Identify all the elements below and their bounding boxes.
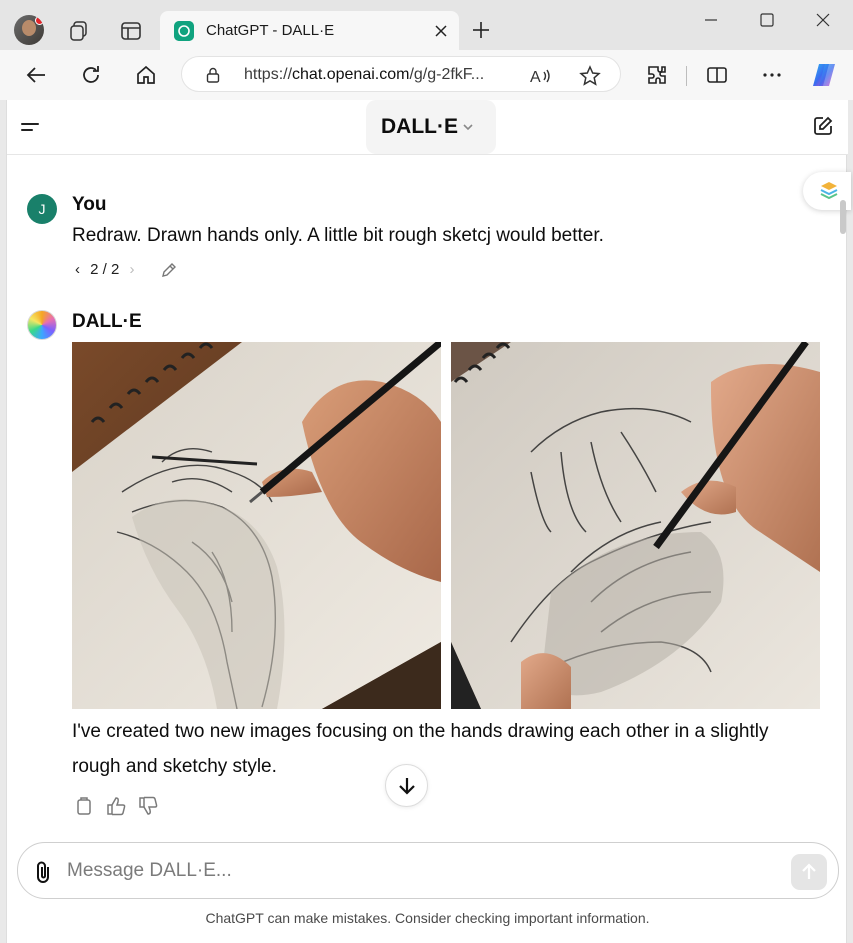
message-composer: [17, 842, 839, 899]
extension-logo-icon: [820, 182, 838, 200]
thumbs-down-icon[interactable]: [137, 795, 159, 817]
read-aloud-icon[interactable]: A: [530, 66, 552, 86]
maximize-icon[interactable]: [757, 10, 777, 30]
more-icon[interactable]: [760, 63, 784, 87]
arrow-up-icon: [802, 863, 816, 879]
active-tab[interactable]: ChatGPT - DALL·E: [160, 11, 459, 50]
next-version-icon[interactable]: ›: [130, 261, 135, 278]
split-screen-icon[interactable]: [705, 63, 729, 87]
chat-header: DALL·E: [7, 100, 848, 155]
read-aloud-label: A: [530, 69, 541, 86]
dalle-avatar: [27, 310, 57, 340]
home-icon[interactable]: [134, 63, 158, 87]
assistant-reply-line-2: rough and sketchy style.: [72, 756, 277, 777]
user-message: Redraw. Drawn hands only. A little bit r…: [72, 225, 604, 246]
tab-actions-icon[interactable]: [119, 19, 143, 43]
assistant-name: DALL·E: [72, 311, 142, 332]
thumbs-up-icon[interactable]: [105, 795, 127, 817]
favorite-star-icon[interactable]: [579, 65, 601, 87]
send-button[interactable]: [791, 854, 827, 890]
generated-image-1[interactable]: [72, 342, 441, 709]
hand-sketch-illustration-2: [451, 342, 820, 709]
url-domain: chat.openai.com: [292, 66, 410, 83]
chatgpt-favicon: [174, 21, 194, 41]
sidebar-menu-icon[interactable]: [19, 116, 41, 138]
refresh-icon[interactable]: [79, 63, 103, 87]
close-icon[interactable]: [433, 23, 449, 39]
edit-message-icon[interactable]: [159, 260, 179, 280]
new-tab-icon[interactable]: [470, 19, 492, 41]
minimize-icon[interactable]: [701, 10, 721, 30]
copy-icon[interactable]: [73, 795, 95, 817]
back-icon[interactable]: [24, 63, 48, 87]
toolbar-separator: [686, 66, 687, 86]
url-path: /g/g-2fkF...: [409, 66, 485, 83]
address-bar[interactable]: https://chat.openai.com/g/g-2fkF... A: [181, 56, 621, 92]
chatgpt-page: DALL·E J You Redraw. Drawn hands only. A…: [6, 100, 851, 943]
model-name: DALL·E: [381, 115, 458, 138]
profile-avatar[interactable]: [14, 15, 44, 45]
model-switcher[interactable]: DALL·E: [366, 100, 496, 154]
profile-face: [22, 20, 36, 36]
url-text: https://chat.openai.com/g/g-2fkF...: [244, 66, 484, 84]
notification-dot: [35, 16, 44, 25]
previous-version-icon[interactable]: ‹: [75, 261, 80, 278]
lock-icon[interactable]: [204, 66, 222, 84]
message-pager: ‹ 2 / 2 ›: [75, 261, 135, 278]
browser-tab-strip: ChatGPT - DALL·E: [0, 0, 853, 50]
user-avatar: J: [27, 194, 57, 224]
arrow-down-icon: [399, 778, 415, 795]
workspaces-icon[interactable]: [67, 19, 91, 43]
new-chat-icon[interactable]: [812, 115, 834, 137]
url-prefix: https://: [244, 66, 293, 83]
hand-sketch-illustration-1: [72, 342, 441, 709]
scrollbar-thumb[interactable]: [840, 200, 846, 234]
paperclip-icon[interactable]: [31, 859, 57, 885]
browser-toolbar: https://chat.openai.com/g/g-2fkF... A: [0, 50, 853, 100]
user-name: You: [72, 194, 107, 215]
disclaimer-text: ChatGPT can make mistakes. Consider chec…: [205, 910, 650, 926]
copilot-icon[interactable]: [811, 61, 841, 89]
extensions-icon[interactable]: [645, 63, 669, 87]
scroll-to-bottom-button[interactable]: [385, 764, 428, 807]
version-counter: 2 / 2: [90, 261, 120, 278]
chevron-down-icon: [463, 124, 473, 131]
assistant-reply: I've created two new images focusing on …: [72, 714, 812, 784]
window-close-icon[interactable]: [813, 10, 833, 30]
generated-image-2[interactable]: [451, 342, 820, 709]
message-input[interactable]: [67, 857, 767, 885]
tab-title: ChatGPT - DALL·E: [206, 22, 335, 39]
assistant-reply-line-1: I've created two new images focusing on …: [72, 721, 769, 742]
